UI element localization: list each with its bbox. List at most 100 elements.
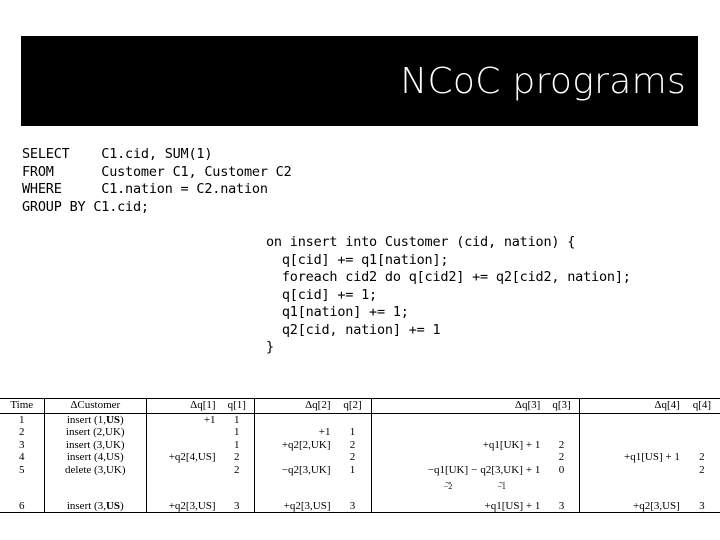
ncoc-program-block: on insert into Customer (cid, nation) { … (266, 234, 631, 355)
cell-dq1 (146, 426, 220, 439)
brace-group-2: q2[3,UK] ⏟ −1 (480, 464, 522, 491)
header-q2: q[2] (334, 398, 372, 414)
cell-dq1: +q2[3,US] (146, 499, 220, 514)
cell-q1: 1 (234, 413, 240, 426)
cell-dq4: +q2[3,US] (578, 499, 684, 514)
table-body: 1 insert (1,US) +1 1 2 insert (2,UK) 1 +… (0, 413, 720, 514)
annotated-expression: −q1[UK] ⏟ −2 − q2[3,UK] ⏟ −1 + 1 (376, 464, 541, 491)
spacer-cell (0, 491, 44, 500)
dc-pre: insert (4, (66, 451, 106, 464)
header-delta-customer: ΔCustomer (43, 398, 147, 414)
cell-q1: 2 (234, 463, 240, 476)
cell-q3: 2 (558, 438, 565, 451)
cell-time: 2 (19, 426, 25, 439)
header-q4: q[4] (683, 398, 720, 414)
cell-time: 1 (19, 413, 25, 426)
cell-dq3: +q1[UK] + 1 (370, 438, 545, 452)
cell-dq1: +q2[4,US] (146, 451, 220, 464)
cell-dq4: +q1[US] + 1 (578, 451, 684, 464)
cell-q4 (684, 413, 720, 426)
spacer-cell (43, 490, 147, 500)
dc-post: UK) (105, 463, 126, 476)
cell-q4 (684, 426, 720, 439)
dc-pre: insert (3, (66, 499, 106, 512)
cell-q4: 3 (683, 499, 720, 514)
brace-group-1: −q1[UK] ⏟ −2 (428, 464, 468, 491)
cell-dq1 (146, 463, 220, 491)
dc-bold: US (105, 499, 121, 512)
table-row: 3 insert (3,UK) 1 +q2[2,UK] 2 +q1[UK] + … (0, 438, 720, 452)
cell-q4: 2 (699, 463, 705, 476)
spacer-cell (544, 491, 579, 500)
cell-dq1 (146, 438, 220, 452)
table-row: 2 insert (2,UK) 1 +1 1 (0, 426, 720, 439)
cell-q4: 2 (699, 451, 705, 464)
cell-dq2 (253, 451, 335, 464)
spacer-cell (684, 491, 720, 500)
spacer-cell (253, 490, 335, 500)
spacer-cell (146, 490, 220, 500)
cell-dq4 (578, 438, 684, 452)
cell-dq3 (370, 451, 545, 464)
cell-dq4 (578, 413, 684, 427)
cell-q3: 2 (558, 451, 565, 464)
cell-q1: 1 (234, 438, 240, 451)
dc-post: US) (105, 451, 124, 464)
page-title: NCoC programs (400, 60, 686, 102)
cell-delta-customer: delete (3,UK) (43, 463, 147, 491)
cell-dq2 (253, 413, 335, 427)
cell-q2 (334, 413, 371, 426)
brace-expr-2: q2[3,UK] (480, 463, 523, 476)
slide-title-banner: NCoC programs (21, 36, 698, 126)
dc-post: UK) (105, 426, 125, 439)
cell-dq3-annotated: −q1[UK] ⏟ −2 − q2[3,UK] ⏟ −1 + 1 (370, 463, 545, 491)
underbrace-icon: ⏟ (445, 476, 451, 483)
cell-time: 6 (0, 499, 44, 514)
cell-q4 (684, 439, 720, 452)
spacer-cell (578, 490, 684, 500)
header-dq1: Δq[1] (146, 398, 220, 414)
cell-delta-customer: insert (3,US) (43, 499, 147, 514)
cell-dq1: +1 (146, 413, 220, 427)
cell-q1: 2 (234, 451, 240, 464)
cell-time: 4 (19, 451, 25, 464)
table-row: 6 insert (3,US) +q2[3,US] 3 +q2[3,US] 3 … (0, 499, 720, 514)
spacer-cell (220, 491, 255, 500)
underbrace-icon: ⏟ (499, 476, 504, 483)
cell-q3 (544, 426, 579, 439)
cell-q2: 2 (349, 451, 356, 464)
header-dq2: Δq[2] (253, 398, 335, 414)
cell-dq4 (578, 463, 684, 491)
cell-q3 (544, 413, 579, 426)
cell-q3: 3 (544, 499, 580, 514)
table-row: 5 delete (3,UK) 2 −q2[3,UK] 1 −q1[UK] ⏟ … (0, 463, 720, 491)
cell-dq2: −q2[3,UK] (253, 463, 335, 491)
header-dq3: Δq[3] (370, 398, 545, 414)
cell-q2: 2 (349, 438, 356, 451)
dc-pre: insert (1, (66, 413, 106, 426)
brace-tail: + 1 (525, 463, 541, 476)
table-spacer-row (0, 490, 720, 500)
cell-delta-customer: insert (3,UK) (43, 438, 147, 452)
cell-dq3: +q1[US] + 1 (370, 499, 545, 514)
dc-pre: insert (2, (65, 426, 106, 439)
cell-dq2: +q2[3,US] (253, 499, 335, 514)
cell-q3: 0 (558, 463, 565, 476)
cell-dq3 (370, 413, 545, 427)
header-q1: q[1] (219, 398, 255, 414)
table-row: 1 insert (1,US) +1 1 (0, 413, 720, 427)
dc-pre: delete (3, (65, 463, 106, 476)
execution-trace-table: Time ΔCustomer Δq[1] q[1] Δq[2] q[2] Δq[… (0, 398, 720, 514)
cell-delta-customer: insert (1,US) (43, 413, 147, 427)
header-dq4: Δq[4] (578, 398, 684, 414)
cell-q1: 3 (219, 499, 255, 514)
cell-q2: 1 (349, 463, 356, 476)
cell-delta-customer: insert (4,US) (43, 451, 147, 464)
sql-query-block: SELECT C1.cid, SUM(1) FROM Customer C1, … (22, 146, 292, 215)
spacer-cell (334, 491, 371, 500)
cell-time: 3 (19, 438, 25, 451)
cell-q1: 1 (234, 426, 240, 439)
table-row: 4 insert (4,US) +q2[4,US] 2 2 2 +q1[US] … (0, 451, 720, 464)
dc-post: ) (120, 499, 124, 512)
spacer-cell (370, 490, 545, 500)
